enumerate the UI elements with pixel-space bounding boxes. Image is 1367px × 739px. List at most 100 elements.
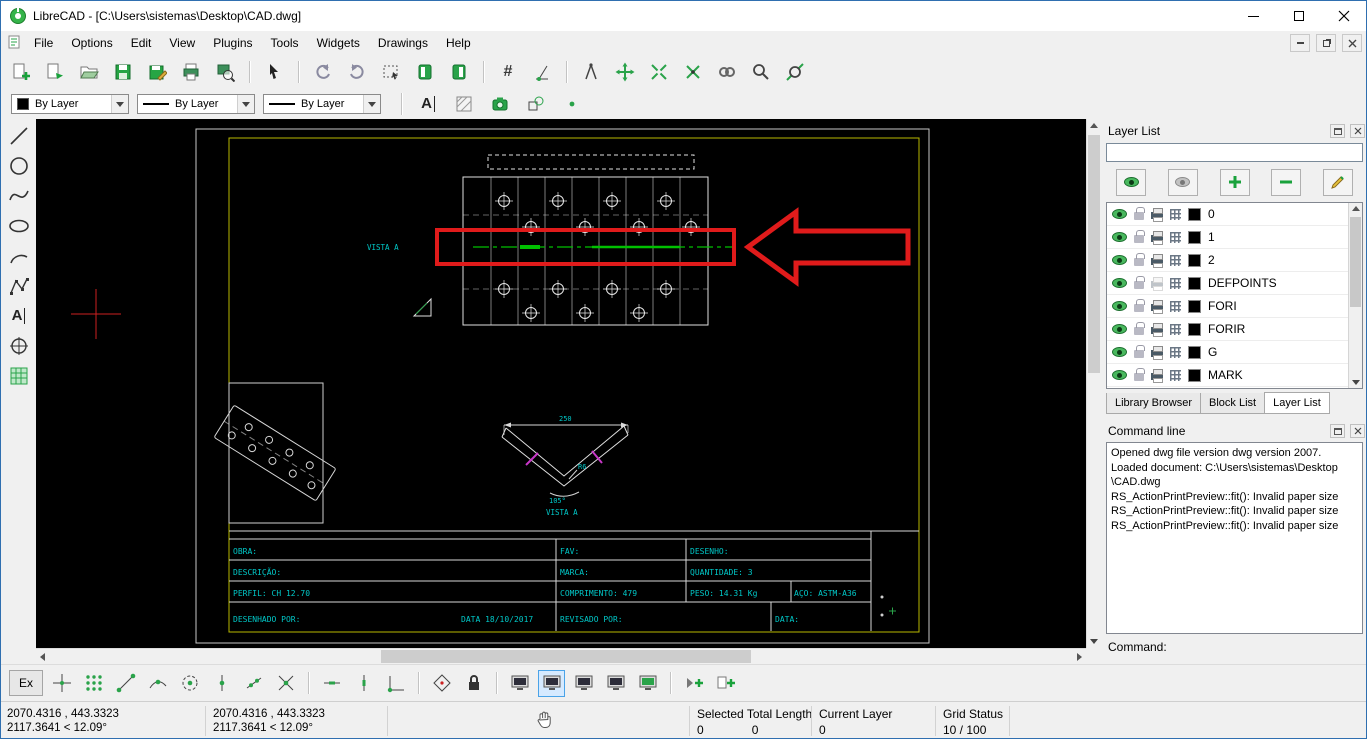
layer-color-swatch[interactable] [1188, 207, 1201, 221]
layer-construction-icon[interactable] [1170, 231, 1181, 243]
exclusive-snap-button[interactable]: Ex [9, 670, 43, 696]
scroll-up-icon[interactable] [1352, 206, 1360, 211]
pen-width-select[interactable]: By Layer [137, 94, 255, 114]
command-log[interactable]: Opened dwg file version dwg version 2007… [1106, 442, 1363, 634]
edit-layer-button[interactable] [1323, 168, 1353, 196]
remove-layer-button[interactable] [1271, 168, 1302, 196]
snap-intersection-button[interactable] [272, 670, 299, 697]
layer-print-icon[interactable] [1151, 277, 1163, 291]
draw-point-button[interactable] [558, 90, 586, 118]
scroll-down-icon[interactable] [1090, 639, 1098, 644]
layer-row-forir[interactable]: FORIR [1107, 318, 1362, 341]
restrict-orthogonal-button[interactable] [382, 670, 409, 697]
snap-distance-button[interactable] [240, 670, 267, 697]
draft-view-4-button[interactable] [602, 670, 629, 697]
layer-construction-icon[interactable] [1170, 254, 1181, 266]
zoom-pan-button[interactable] [611, 58, 639, 86]
line-tool-button[interactable] [5, 122, 32, 149]
layer-row-mark[interactable]: MARK [1107, 364, 1362, 387]
grid-toggle-button[interactable]: # [494, 58, 522, 86]
tab-layer-list[interactable]: Layer List [1264, 392, 1330, 414]
lock-relative-zero-button[interactable] [460, 670, 487, 697]
snap-grid-button[interactable] [80, 670, 107, 697]
mdi-close-button[interactable] [1342, 34, 1362, 52]
layer-construction-icon[interactable] [1170, 300, 1181, 312]
layer-lock-icon[interactable] [1134, 368, 1145, 381]
dock-close-button[interactable] [1350, 424, 1365, 438]
vertical-scroll-thumb[interactable] [1088, 135, 1100, 373]
layer-lock-icon[interactable] [1134, 322, 1145, 335]
layer-row-g[interactable]: G [1107, 341, 1362, 364]
snap-middle-button[interactable] [208, 670, 235, 697]
redo-button[interactable] [343, 58, 371, 86]
layer-row-fori[interactable]: FORI [1107, 295, 1362, 318]
dimension-tool-button[interactable] [5, 332, 32, 359]
layer-visible-icon[interactable] [1112, 324, 1127, 334]
panel-left-button[interactable] [411, 58, 439, 86]
zoom-out-button[interactable] [747, 58, 775, 86]
layer-color-swatch[interactable] [1188, 299, 1201, 313]
save-button[interactable] [109, 58, 137, 86]
ellipse-tool-button[interactable] [5, 212, 32, 239]
menu-widgets[interactable]: Widgets [308, 32, 369, 54]
scroll-up-icon[interactable] [1090, 123, 1098, 128]
command-prompt[interactable]: Command: [1108, 640, 1167, 654]
hatch-tool-button[interactable] [5, 362, 32, 389]
layer-construction-icon[interactable] [1170, 323, 1181, 335]
layer-list-scrollbar[interactable] [1348, 203, 1362, 388]
layer-construction-icon[interactable] [1170, 369, 1181, 381]
layer-color-swatch[interactable] [1188, 276, 1201, 290]
circle-tool-button[interactable] [5, 152, 32, 179]
layer-visible-icon[interactable] [1112, 370, 1127, 380]
restrict-vertical-button[interactable] [350, 670, 377, 697]
pen-color-select[interactable]: By Layer [11, 94, 129, 114]
layer-lock-icon[interactable] [1134, 207, 1145, 220]
new-from-template-button[interactable] [41, 58, 69, 86]
pen-style-select[interactable]: By Layer [263, 94, 381, 114]
layer-visible-icon[interactable] [1112, 301, 1127, 311]
layer-print-icon[interactable] [1151, 254, 1163, 268]
layer-print-icon[interactable] [1151, 323, 1163, 337]
relative-zero-button[interactable] [428, 670, 455, 697]
menu-options[interactable]: Options [62, 32, 121, 54]
isometric-grid-button[interactable] [528, 58, 556, 86]
layer-print-icon[interactable] [1151, 231, 1163, 245]
layer-row-0[interactable]: 0 [1107, 203, 1362, 226]
save-as-button[interactable] [143, 58, 171, 86]
scroll-left-icon[interactable] [40, 653, 45, 661]
zoom-auto-button[interactable] [781, 58, 809, 86]
layer-row-1[interactable]: 1 [1107, 226, 1362, 249]
vertical-scrollbar[interactable] [1086, 119, 1101, 648]
undo-button[interactable] [309, 58, 337, 86]
snap-on-entity-button[interactable] [144, 670, 171, 697]
mdi-restore-button[interactable] [1316, 34, 1336, 52]
layer-color-swatch[interactable] [1188, 345, 1201, 359]
layer-color-swatch[interactable] [1188, 253, 1201, 267]
dock-float-button[interactable] [1330, 424, 1345, 438]
open-file-button[interactable] [75, 58, 103, 86]
layer-color-swatch[interactable] [1188, 322, 1201, 336]
restrict-horizontal-button[interactable] [318, 670, 345, 697]
select-window-button[interactable] [377, 58, 405, 86]
layer-lock-icon[interactable] [1134, 230, 1145, 243]
menu-edit[interactable]: Edit [122, 32, 161, 54]
layer-visible-icon[interactable] [1112, 278, 1127, 288]
layer-print-icon[interactable] [1151, 346, 1163, 360]
menu-plugins[interactable]: Plugins [204, 32, 261, 54]
maximize-button[interactable] [1276, 1, 1321, 31]
layer-color-swatch[interactable] [1188, 368, 1201, 382]
layer-visible-icon[interactable] [1112, 209, 1127, 219]
layer-print-icon[interactable] [1151, 369, 1163, 383]
menu-drawings[interactable]: Drawings [369, 32, 437, 54]
layer-scroll-thumb[interactable] [1350, 217, 1361, 307]
panel-right-button[interactable] [445, 58, 473, 86]
menu-file[interactable]: File [25, 32, 62, 54]
layer-construction-icon[interactable] [1170, 208, 1181, 220]
scroll-right-icon[interactable] [1077, 653, 1082, 661]
insert-image-button[interactable] [486, 90, 514, 118]
print-button[interactable] [177, 58, 205, 86]
menu-tools[interactable]: Tools [262, 32, 308, 54]
zoom-collapse-button[interactable] [645, 58, 673, 86]
menu-help[interactable]: Help [437, 32, 480, 54]
dock-close-button[interactable] [1350, 124, 1365, 138]
